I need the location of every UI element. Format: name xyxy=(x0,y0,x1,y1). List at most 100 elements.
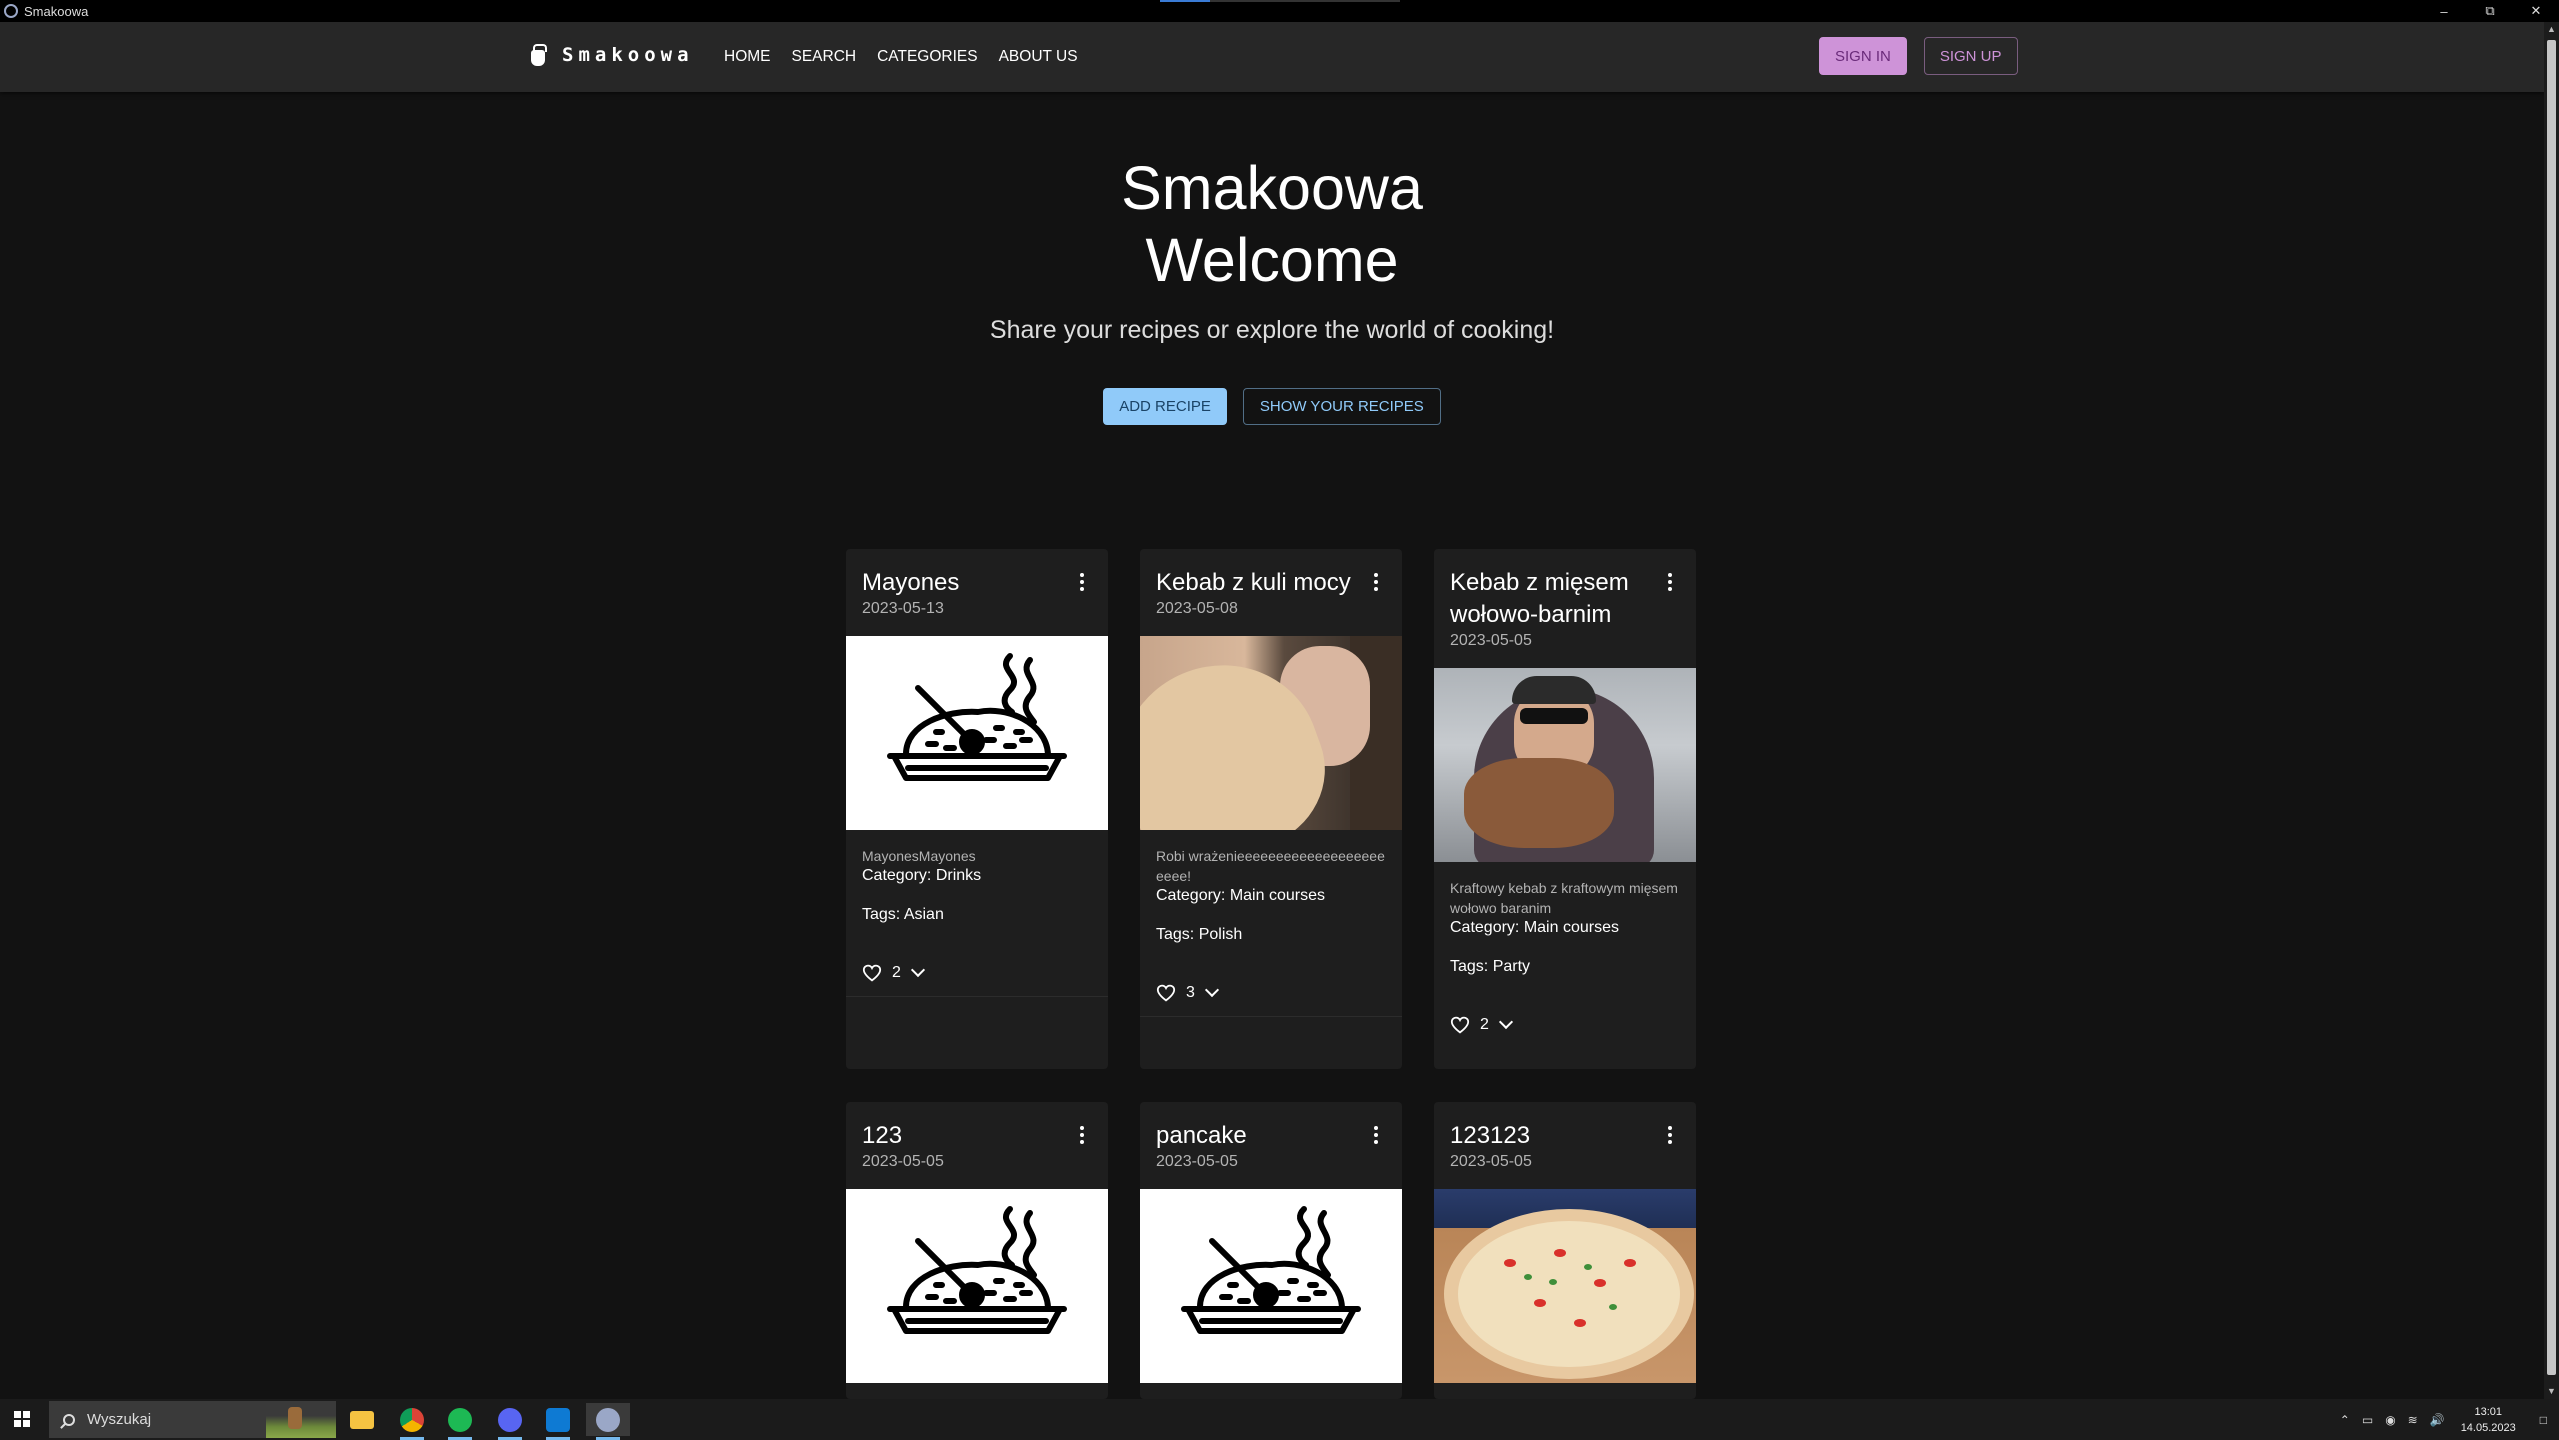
category-value: Main courses xyxy=(1523,919,1619,936)
card-collapse-area xyxy=(1140,1016,1402,1064)
sign-in-button[interactable]: SIGN IN xyxy=(1819,37,1907,75)
recipe-image-placeholder[interactable] xyxy=(846,636,1108,830)
app-bar: Smakoowa HOME SEARCH CATEGORIES ABOUT US… xyxy=(0,22,2544,92)
recipe-date: 2023-05-05 xyxy=(862,1153,944,1170)
page-scrollbar[interactable]: ▲ ▼ xyxy=(2544,22,2559,1399)
taskbar-search-placeholder: Wyszukaj xyxy=(87,1411,152,1428)
recipe-card[interactable]: Mayones 2023-05-13 MayonesMayones Catego… xyxy=(846,549,1108,1069)
recipe-title[interactable]: Kebab z kuli mocy xyxy=(1156,567,1386,599)
cooking-pot-icon xyxy=(528,42,548,68)
show-your-recipes-button[interactable]: SHOW YOUR RECIPES xyxy=(1242,388,1441,425)
scroll-down-icon[interactable]: ▼ xyxy=(2544,1384,2559,1399)
recipe-date: 2023-05-05 xyxy=(1450,632,1532,649)
main-nav: HOME SEARCH CATEGORIES ABOUT US xyxy=(724,44,1099,70)
window-title: Smakoowa xyxy=(24,3,89,19)
system-tray: ⌃ ▭ ◉ ≋ 🔊 13:01 14.05.2023 □ xyxy=(2334,1399,2559,1440)
sign-up-button[interactable]: SIGN UP xyxy=(1923,37,2018,75)
minimize-icon[interactable]: – xyxy=(2421,0,2467,22)
recipe-category: Category: Drinks xyxy=(862,866,1092,886)
heart-outline-icon[interactable] xyxy=(862,964,882,982)
recipe-date: 2023-05-08 xyxy=(1156,600,1238,617)
recipe-card[interactable]: Kebab z mięsem wołowo-barnim 2023-05-05 … xyxy=(1434,549,1696,1069)
recipe-card[interactable]: 123123 2023-05-05 xyxy=(1434,1102,1696,1399)
volume-icon[interactable]: 🔊 xyxy=(2430,1413,2445,1427)
recipe-card[interactable]: Kebab z kuli mocy 2023-05-08 Robi wrażen… xyxy=(1140,549,1402,1069)
more-vert-icon[interactable] xyxy=(1668,1126,1672,1144)
tags-value: Asian xyxy=(903,906,944,923)
scroll-up-icon[interactable]: ▲ xyxy=(2544,22,2559,37)
vscode-icon[interactable] xyxy=(536,1403,580,1440)
device-icon[interactable]: ▭ xyxy=(2362,1413,2373,1427)
taskbar-search[interactable]: Wyszukaj xyxy=(49,1401,336,1438)
window-titlebar: Smakoowa – ⧉ ✕ xyxy=(0,0,2559,22)
recipe-image[interactable] xyxy=(1434,1189,1696,1383)
hero-title-line2: Welcome xyxy=(1145,226,1399,294)
category-label: Category: xyxy=(862,867,932,884)
nav-home[interactable]: HOME xyxy=(724,44,771,70)
dish-icon xyxy=(846,636,1108,830)
recipe-tags: Tags: Party xyxy=(1450,958,1680,976)
more-vert-icon[interactable] xyxy=(1080,1126,1084,1144)
recipe-image-placeholder[interactable] xyxy=(1140,1189,1402,1383)
heart-outline-icon[interactable] xyxy=(1450,1016,1470,1034)
scrollbar-thumb[interactable] xyxy=(2547,40,2556,1375)
more-vert-icon[interactable] xyxy=(1668,573,1672,591)
heart-outline-icon[interactable] xyxy=(1156,984,1176,1002)
brand-name: Smakoowa xyxy=(562,44,694,66)
security-icon[interactable]: ◉ xyxy=(2385,1413,2395,1427)
spotify-icon[interactable] xyxy=(438,1403,482,1440)
recipe-image[interactable] xyxy=(1140,636,1402,830)
recipe-category: Category: Main courses xyxy=(1450,918,1680,938)
notifications-icon[interactable]: □ xyxy=(2540,1413,2547,1427)
chevron-up-icon[interactable]: ⌃ xyxy=(2340,1413,2350,1427)
recipe-category: Category: Main courses xyxy=(1156,886,1386,906)
auth-buttons: SIGN IN SIGN UP xyxy=(1819,37,2018,75)
tags-value: Party xyxy=(1492,958,1531,975)
hero-title-line1: Smakoowa xyxy=(1121,154,1423,222)
recipe-date: 2023-05-05 xyxy=(1450,1153,1532,1170)
dish-icon xyxy=(1140,1189,1402,1383)
chevron-down-icon[interactable] xyxy=(910,962,925,978)
recipe-card[interactable]: pancake 2023-05-05 xyxy=(1140,1102,1402,1399)
add-recipe-button[interactable]: ADD RECIPE xyxy=(1103,388,1227,425)
recipe-tags: Tags: Polish xyxy=(1156,926,1386,944)
windows-taskbar: Wyszukaj ⌃ ▭ ◉ ≋ 🔊 13:01 14.05.2023 □ xyxy=(0,1399,2559,1440)
restore-icon[interactable]: ⧉ xyxy=(2467,0,2513,22)
category-label: Category: xyxy=(1156,887,1226,904)
hero-title: Smakoowa Welcome xyxy=(0,152,2544,296)
recipe-title[interactable]: pancake xyxy=(1156,1120,1386,1152)
more-vert-icon[interactable] xyxy=(1080,573,1084,591)
drag-indicator xyxy=(1160,0,1400,2)
recipe-title[interactable]: 123 xyxy=(862,1120,1092,1152)
electron-app-icon[interactable] xyxy=(586,1403,630,1440)
recipe-date: 2023-05-05 xyxy=(1156,1153,1238,1170)
like-count: 2 xyxy=(1480,1016,1489,1033)
recipe-image-placeholder[interactable] xyxy=(846,1189,1108,1383)
chevron-down-icon[interactable] xyxy=(1498,1014,1513,1030)
close-icon[interactable]: ✕ xyxy=(2513,0,2559,22)
network-icon[interactable]: ≋ xyxy=(2408,1413,2418,1427)
more-vert-icon[interactable] xyxy=(1374,573,1378,591)
chevron-down-icon[interactable] xyxy=(1204,982,1219,998)
brand[interactable]: Smakoowa xyxy=(528,42,694,68)
nav-about-us[interactable]: ABOUT US xyxy=(999,44,1078,70)
nav-search[interactable]: SEARCH xyxy=(792,44,857,70)
recipe-title[interactable]: 123123 xyxy=(1450,1120,1680,1152)
recipe-card[interactable]: 123 2023-05-05 xyxy=(846,1102,1108,1399)
dish-icon xyxy=(846,1189,1108,1383)
file-explorer-icon[interactable] xyxy=(340,1403,384,1436)
recipe-title[interactable]: Mayones xyxy=(862,567,1092,599)
search-highlight-image xyxy=(266,1401,336,1438)
recipe-description: MayonesMayones xyxy=(862,848,976,864)
clock-date: 14.05.2023 xyxy=(2460,1421,2516,1434)
discord-icon[interactable] xyxy=(488,1403,532,1440)
chrome-icon[interactable] xyxy=(390,1403,434,1440)
taskbar-clock[interactable]: 13:01 14.05.2023 xyxy=(2461,1404,2516,1436)
recipe-title[interactable]: Kebab z mięsem wołowo-barnim xyxy=(1450,567,1680,631)
windows-start-icon[interactable] xyxy=(14,1411,30,1427)
recipe-image[interactable] xyxy=(1434,668,1696,862)
recipe-date: 2023-05-13 xyxy=(862,600,944,617)
nav-categories[interactable]: CATEGORIES xyxy=(877,44,977,70)
more-vert-icon[interactable] xyxy=(1374,1126,1378,1144)
tags-label: Tags: xyxy=(1450,958,1489,975)
